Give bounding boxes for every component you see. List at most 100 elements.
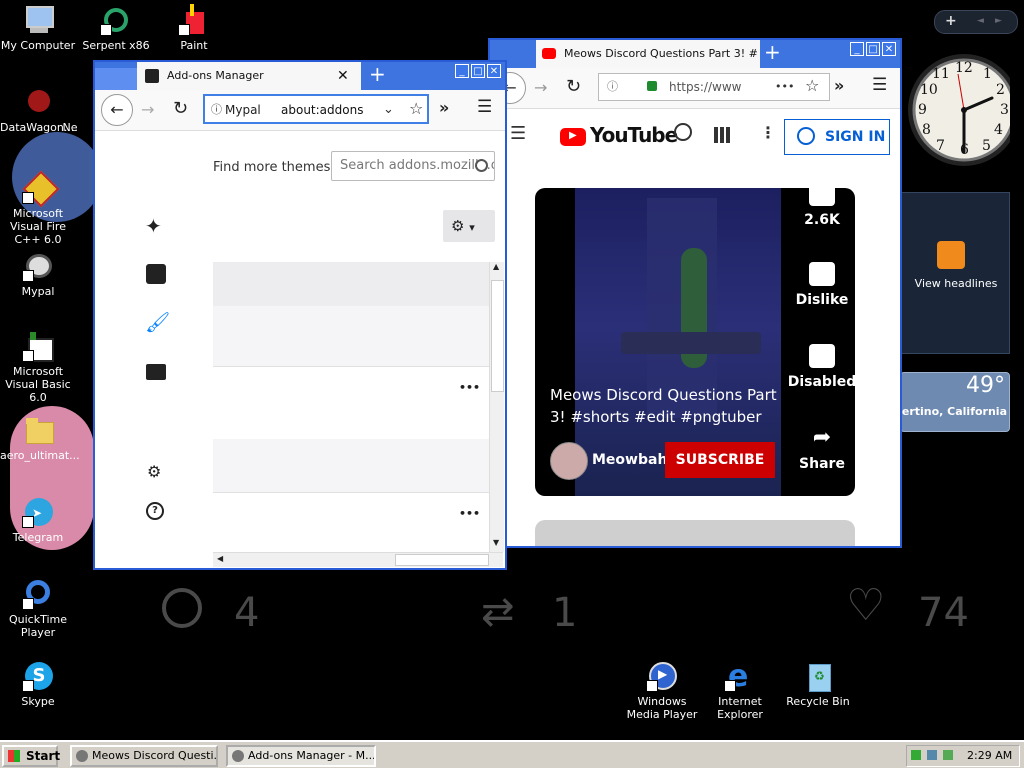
settings-dots-icon[interactable]: ⋮ <box>760 123 776 142</box>
url-dropdown-icon[interactable]: ⌄ <box>383 96 394 122</box>
plugins-block-icon[interactable] <box>146 364 166 380</box>
weather-gadget[interactable]: 49° Cupertino, California <box>900 372 1010 432</box>
youtube-maximize-button[interactable]: □ <box>866 42 880 56</box>
youtube-tab[interactable]: Meows Discord Questions Part 3! # <box>536 40 760 68</box>
youtube-url-bar[interactable]: ⓘ https://www ••• ☆ <box>598 73 830 101</box>
hamburger-menu-icon[interactable]: ☰ <box>872 75 887 95</box>
desktop-icon-recycle-bin[interactable]: ♻ Recycle Bin <box>780 660 856 708</box>
next-video-card[interactable] <box>535 520 855 546</box>
retweet-icon: ⇄ <box>481 589 515 635</box>
desktop-icon-serpent[interactable]: Serpent x86 <box>78 4 154 52</box>
short-video-card[interactable]: Meows Discord Questions Part 3! #shorts … <box>535 188 855 496</box>
scroll-thumb[interactable] <box>491 280 504 392</box>
desktop-icon-visual-basic[interactable]: Microsoft Visual Basic 6.0 <box>0 330 76 404</box>
addons-reload-button[interactable]: ↻ <box>173 98 188 119</box>
desktop-icon-internet-explorer[interactable]: e Internet Explorer <box>702 660 778 722</box>
addons-hamburger-menu-icon[interactable]: ☰ <box>477 97 492 117</box>
desktop-icon-mypal[interactable]: Mypal <box>0 250 76 298</box>
dislike-action[interactable]: Dislike <box>785 262 855 308</box>
like-action[interactable]: 2.6K <box>785 188 855 228</box>
addons-tab-bar: Add-ons Manager ✕ + _ □ ✕ <box>95 62 505 90</box>
video-title[interactable]: Meows Discord Questions Part 3! #shorts … <box>550 384 780 428</box>
add-gadget-button[interactable]: + <box>945 13 957 29</box>
support-help-icon[interactable]: ? <box>146 502 164 520</box>
prev-gadget-button[interactable]: ◄ <box>977 16 984 26</box>
horizontal-scroll-thumb[interactable] <box>395 554 489 566</box>
taskbar-addons-window[interactable]: Add-ons Manager - M... <box>226 745 376 767</box>
guide-menu-icon[interactable]: ☰ <box>510 123 526 144</box>
scroll-down-arrow-icon[interactable]: ▼ <box>493 538 499 547</box>
addons-maximize-button[interactable]: □ <box>471 64 485 78</box>
taskbar-youtube-window[interactable]: Meows Discord Questi... <box>70 745 218 767</box>
desktop-icon-my-computer[interactable]: My Computer <box>0 4 76 52</box>
desktop-icon-aero-folder[interactable]: aero_ultimat... <box>0 414 80 462</box>
addons-url-bar[interactable]: ⓘ Mypal about:addons ⌄ ☆ <box>203 94 429 124</box>
desktop-icon-skype[interactable]: S Skype <box>0 660 76 708</box>
theme-card-1-more-button[interactable]: ••• <box>459 381 480 394</box>
addons-bookmark-star-icon[interactable]: ☆ <box>409 96 423 122</box>
clock-numeral-5: 5 <box>982 138 991 154</box>
close-tab-icon[interactable]: ✕ <box>337 62 349 90</box>
identity-info-icon: ⓘ <box>211 103 222 116</box>
addons-back-button[interactable]: ← <box>101 94 133 126</box>
vertical-scrollbar[interactable]: ▲ ▼ <box>489 262 504 552</box>
theme-card-2-more-button[interactable]: ••• <box>459 507 480 520</box>
desktop-icon-media-player[interactable]: ▶ Windows Media Player <box>624 660 700 721</box>
desktop-icon-telegram[interactable]: ➤ Telegram <box>0 496 76 544</box>
youtube-minimize-button[interactable]: _ <box>850 42 864 56</box>
comments-action[interactable]: Disabled <box>785 344 855 390</box>
tray-safely-remove-icon[interactable] <box>911 750 921 760</box>
start-button[interactable]: Start <box>2 745 60 767</box>
tray-volume-icon[interactable] <box>943 750 953 760</box>
recommendations-sparkle-icon[interactable]: ✦ <box>145 214 162 238</box>
desktop-icon-ne[interactable]: Ne <box>50 86 90 134</box>
addons-overflow-chevron-icon[interactable]: » <box>439 98 449 117</box>
page-actions-button[interactable]: ••• <box>775 74 794 100</box>
lock-icon <box>647 81 657 91</box>
desktop-icon-quicktime[interactable]: QuickTime Player <box>0 578 76 639</box>
tab-placeholder[interactable] <box>95 68 137 90</box>
folder-icon <box>22 414 54 446</box>
theme-card-2[interactable]: ••• <box>213 492 489 552</box>
addons-new-tab-button[interactable]: + <box>369 62 386 86</box>
desktop-icon-paint[interactable]: Paint <box>156 4 232 52</box>
next-gadget-button[interactable]: ► <box>995 16 1002 26</box>
overflow-chevron-icon[interactable]: » <box>834 76 844 95</box>
addons-manager-window[interactable]: Add-ons Manager ✕ + _ □ ✕ ← → ↻ ⓘ Mypal … <box>93 60 507 570</box>
subscribe-button[interactable]: SUBSCRIBE <box>665 442 775 478</box>
youtube-play-glyph-icon: ▶ <box>569 130 577 141</box>
scroll-up-arrow-icon[interactable]: ▲ <box>493 262 499 271</box>
share-action[interactable]: ➦ Share <box>785 426 855 473</box>
horizontal-scrollbar[interactable]: ◀ <box>213 552 503 567</box>
addons-forward-button[interactable]: → <box>141 100 154 119</box>
addons-minimize-button[interactable]: _ <box>455 64 469 78</box>
tracking-protection-icon: ⓘ <box>607 80 618 93</box>
youtube-forward-button[interactable]: → <box>534 78 547 97</box>
sign-in-button[interactable]: SIGN IN <box>784 119 890 155</box>
search-icon[interactable] <box>674 123 692 141</box>
extensions-puzzle-icon[interactable] <box>146 264 166 284</box>
theme-card-1[interactable]: ••• <box>213 366 489 439</box>
youtube-new-tab-button[interactable]: + <box>764 40 781 64</box>
clock-gadget[interactable]: 12 1 2 3 4 5 6 7 8 9 10 11 <box>900 50 1020 170</box>
addon-settings-gear-icon[interactable]: ⚙ <box>147 462 161 481</box>
addons-search-icon[interactable] <box>475 159 488 172</box>
find-more-themes-link[interactable]: Find more themes <box>213 160 330 175</box>
youtube-reload-button[interactable]: ↻ <box>566 76 581 97</box>
channel-avatar[interactable] <box>550 442 588 480</box>
desktop-icon-visual-cpp[interactable]: Microsoft Visual Fire C++ 6.0 <box>0 170 76 246</box>
clock-numeral-12: 12 <box>955 60 973 76</box>
bookmark-star-icon[interactable]: ☆ <box>805 74 819 99</box>
addons-tab[interactable]: Add-ons Manager ✕ <box>137 62 361 90</box>
tray-network-icon[interactable] <box>927 750 937 760</box>
scroll-left-arrow-icon[interactable]: ◀ <box>217 554 223 563</box>
youtube-close-button[interactable]: ✕ <box>882 42 896 56</box>
feed-headlines-gadget[interactable]: View headlines <box>900 192 1010 354</box>
addons-close-button[interactable]: ✕ <box>487 64 501 78</box>
themes-brush-icon[interactable]: 🖌 <box>145 310 170 334</box>
tray-clock[interactable]: 2:29 AM <box>967 749 1012 762</box>
tools-gear-button[interactable]: ⚙ ▾ <box>443 210 495 242</box>
youtube-browser-window[interactable]: Meows Discord Questions Part 3! # + _ □ … <box>488 38 902 548</box>
apps-grid-icon[interactable] <box>714 127 730 143</box>
addons-search-input[interactable]: Search addons.mozilla.org <box>331 151 495 181</box>
